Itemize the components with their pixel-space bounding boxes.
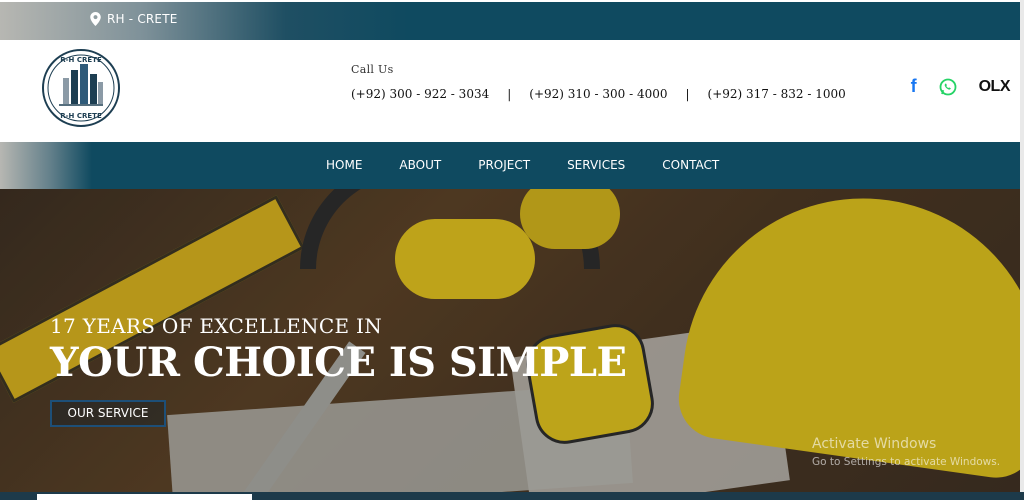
rh-crete-logo[interactable]: R-H CRETE R-H CRETE (41, 48, 121, 128)
nav-item-contact[interactable]: CONTACT (662, 158, 719, 172)
top-bar: RH - CRETE (0, 2, 1020, 40)
header: R-H CRETE R-H CRETE Call Us (+92) 300 - … (0, 40, 1020, 142)
page-scrollbar[interactable] (1020, 0, 1024, 492)
activate-windows-subtitle: Go to Settings to activate Windows. (812, 456, 1001, 468)
phone-number-3[interactable]: (+92) 317 - 832 - 1000 (708, 87, 846, 101)
logo-text-bottom: R-H CRETE (60, 112, 102, 120)
location: RH - CRETE (90, 12, 178, 26)
map-pin-icon (90, 12, 101, 26)
taskbar-window[interactable] (37, 494, 252, 500)
nav-item-services[interactable]: SERVICES (567, 158, 625, 172)
nav-item-project[interactable]: PROJECT (478, 158, 530, 172)
phone-list: (+92) 300 - 922 - 3034 | (+92) 310 - 300… (351, 87, 846, 101)
social-links: f OLX (911, 76, 1011, 97)
phone-separator: | (507, 87, 512, 101)
facebook-icon[interactable]: f (911, 76, 917, 97)
phone-number-1[interactable]: (+92) 300 - 922 - 3034 (351, 87, 489, 101)
nav-item-about[interactable]: ABOUT (399, 158, 441, 172)
logo-text-top: R-H CRETE (60, 56, 102, 64)
nav-item-home[interactable]: HOME (326, 158, 362, 172)
phone-separator: | (685, 87, 690, 101)
olx-icon[interactable]: OLX (979, 78, 1011, 96)
nav-items: HOME ABOUT PROJECT SERVICES CONTACT (326, 158, 756, 172)
activate-windows-title: Activate Windows (812, 436, 937, 452)
phone-number-2[interactable]: (+92) 310 - 300 - 4000 (529, 87, 667, 101)
whatsapp-icon[interactable] (939, 78, 957, 96)
our-service-button[interactable]: OUR SERVICE (50, 400, 166, 427)
taskbar (0, 492, 1024, 500)
hero-title: YOUR CHOICE IS SIMPLE (50, 339, 627, 386)
location-text: RH - CRETE (107, 12, 178, 26)
call-us-label: Call Us (351, 63, 394, 76)
hero-subtitle: 17 YEARS OF EXCELLENCE IN (50, 314, 383, 338)
main-nav: HOME ABOUT PROJECT SERVICES CONTACT (0, 142, 1020, 189)
